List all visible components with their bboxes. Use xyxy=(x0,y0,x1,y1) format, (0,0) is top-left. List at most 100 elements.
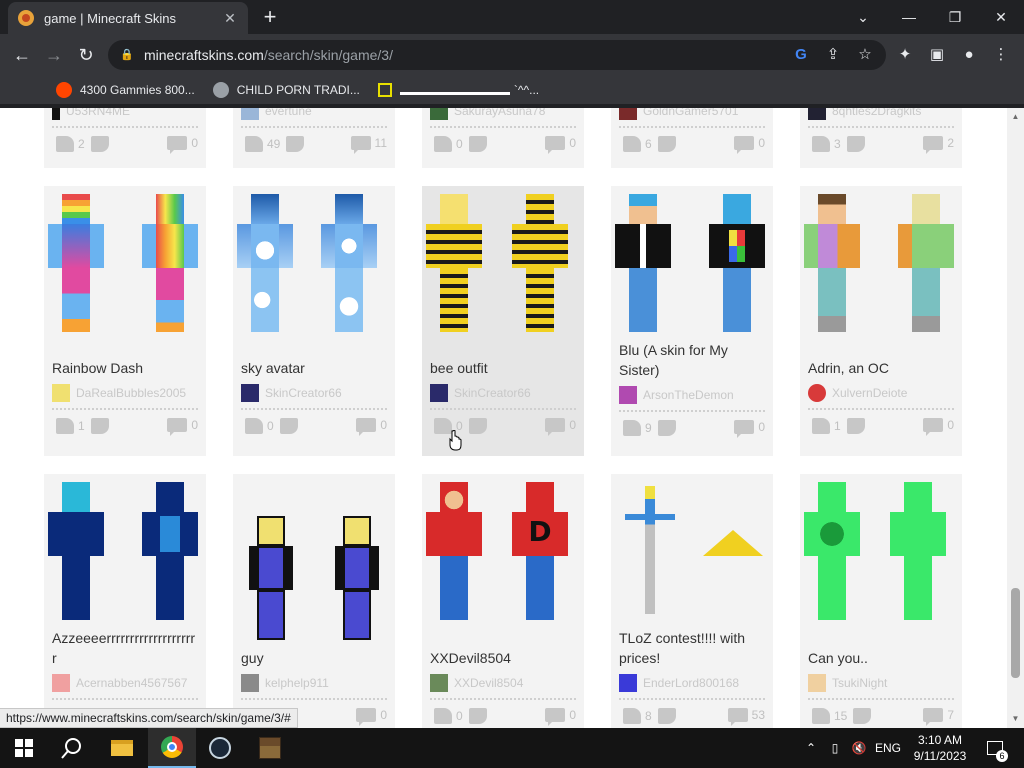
author-name[interactable]: U53RN4ME xyxy=(66,108,130,118)
show-hidden-icons-button[interactable]: ⌃ xyxy=(800,728,822,768)
system-clock[interactable]: 3:10 AM 9/11/2023 xyxy=(904,732,976,764)
network-icon[interactable]: ▯ xyxy=(824,728,846,768)
file-explorer-button[interactable] xyxy=(98,728,146,768)
skin-preview[interactable]: D xyxy=(422,474,584,644)
start-button[interactable] xyxy=(0,728,48,768)
like-icon[interactable] xyxy=(812,136,830,152)
author-name[interactable]: evertune xyxy=(265,108,312,118)
author-name[interactable]: XulvernDeiote xyxy=(832,386,907,400)
comment-icon[interactable] xyxy=(545,708,566,726)
skin-name[interactable]: Rainbow Dash xyxy=(44,358,206,378)
search-button[interactable] xyxy=(48,728,96,768)
menu-icon[interactable]: ⋮ xyxy=(990,44,1012,66)
author-name[interactable]: SkinCreator66 xyxy=(265,386,342,400)
skin-preview[interactable] xyxy=(800,186,962,346)
dislike-icon[interactable] xyxy=(90,418,109,434)
skin-card[interactable]: Azzeeeerrrrrrrrrrrrrrrrrrrr Acernabben45… xyxy=(44,474,206,728)
comment-icon[interactable] xyxy=(923,136,944,154)
skin-card[interactable]: Adrin, an OC XulvernDeiote 1 0 xyxy=(800,186,962,456)
skin-name[interactable]: Azzeeeerrrrrrrrrrrrrrrrrrrr xyxy=(44,628,206,668)
comment-icon[interactable] xyxy=(350,136,371,154)
scroll-down-arrow-icon[interactable]: ▼ xyxy=(1011,714,1020,723)
page-scrollbar[interactable]: ▲ ▼ xyxy=(1007,108,1024,728)
dislike-icon[interactable] xyxy=(846,418,865,434)
skin-card[interactable]: Rainbow Dash DaRealBubbles2005 1 0 xyxy=(44,186,206,456)
bookmark-star-icon[interactable]: ☆ xyxy=(854,44,876,66)
bookmark-item[interactable]: CHILD PORN TRADI... xyxy=(212,82,360,98)
comment-icon[interactable] xyxy=(727,708,748,726)
lock-icon[interactable]: 🔒 xyxy=(120,49,134,61)
comment-icon[interactable] xyxy=(356,418,377,436)
skin-card[interactable]: 8qhtles2Dragkits 3 2 xyxy=(800,108,962,168)
author-name[interactable]: kelphelp911 xyxy=(265,676,329,690)
author-name[interactable]: Acernabben4567567 xyxy=(76,676,187,690)
skin-card[interactable]: evertune 49 11 xyxy=(233,108,395,168)
skin-name[interactable]: TLoZ contest!!!! with prices! xyxy=(611,628,773,668)
like-icon[interactable] xyxy=(812,418,830,434)
like-icon[interactable] xyxy=(245,418,263,434)
skin-card[interactable]: bee outfit SkinCreator66 0 0 xyxy=(422,186,584,456)
notification-center-button[interactable]: 6 xyxy=(982,728,1008,768)
minimize-button[interactable]: — xyxy=(886,0,932,34)
dislike-icon[interactable] xyxy=(846,136,865,152)
comment-icon[interactable] xyxy=(167,418,188,436)
scrollbar-thumb[interactable] xyxy=(1011,588,1020,678)
profile-icon[interactable]: ● xyxy=(958,44,980,66)
scroll-up-arrow-icon[interactable]: ▲ xyxy=(1011,112,1020,121)
dislike-icon[interactable] xyxy=(468,708,487,724)
bookmark-item[interactable]: 4300 Gammies 800... xyxy=(56,82,195,98)
reload-button[interactable]: ↻ xyxy=(72,41,100,69)
skin-card[interactable]: Can you.. TsukiNight 15 7 xyxy=(800,474,962,728)
author-name[interactable]: DaRealBubbles2005 xyxy=(76,386,186,400)
skin-name[interactable]: sky avatar xyxy=(233,358,395,378)
back-button[interactable]: ← xyxy=(8,41,36,69)
address-bar[interactable]: 🔒 minecraftskins.com/search/skin/game/3/ xyxy=(108,40,886,70)
like-icon[interactable] xyxy=(434,708,452,724)
dislike-icon[interactable] xyxy=(90,136,109,152)
comment-icon[interactable] xyxy=(167,136,188,154)
extensions-icon[interactable]: ✦ xyxy=(894,44,916,66)
skin-card[interactable]: sky avatar SkinCreator66 0 0 xyxy=(233,186,395,456)
like-icon[interactable] xyxy=(623,136,641,152)
bookmark-item[interactable]: `^^... xyxy=(377,83,539,97)
volume-muted-icon[interactable]: 🔇 xyxy=(848,728,870,768)
comment-icon[interactable] xyxy=(923,708,944,726)
new-tab-button[interactable]: + xyxy=(256,6,284,30)
skin-name[interactable]: XXDevil8504 xyxy=(422,648,584,668)
skin-preview[interactable] xyxy=(44,474,206,624)
skin-card[interactable]: SakurayAsuna78 0 0 xyxy=(422,108,584,168)
dislike-icon[interactable] xyxy=(286,136,305,152)
skin-name[interactable]: bee outfit xyxy=(422,358,584,378)
close-window-button[interactable]: ✕ xyxy=(978,0,1024,34)
author-name[interactable]: EnderLord800168 xyxy=(643,676,739,690)
browser-tab[interactable]: game | Minecraft Skins ✕ xyxy=(8,2,248,34)
dislike-icon[interactable] xyxy=(657,708,676,724)
side-panel-icon[interactable]: ▣ xyxy=(926,44,948,66)
skin-name[interactable]: guy xyxy=(233,648,395,668)
skin-card[interactable]: TLoZ contest!!!! with prices! EnderLord8… xyxy=(611,474,773,728)
author-name[interactable]: TsukiNight xyxy=(832,676,887,690)
skin-preview[interactable] xyxy=(233,474,395,644)
like-icon[interactable] xyxy=(434,136,452,152)
comment-icon[interactable] xyxy=(545,418,566,436)
skin-card[interactable]: guy kelphelp911 0 xyxy=(233,474,395,728)
skin-card[interactable]: U53RN4ME 2 0 xyxy=(44,108,206,168)
dislike-icon[interactable] xyxy=(468,418,487,434)
dislike-icon[interactable] xyxy=(657,420,676,436)
skin-card[interactable]: D XXDevil8504 XXDevil8504 0 0 xyxy=(422,474,584,728)
skin-preview[interactable] xyxy=(422,186,584,346)
skin-card[interactable]: GoldnGamer5701 6 0 xyxy=(611,108,773,168)
comment-icon[interactable] xyxy=(734,136,755,154)
like-icon[interactable] xyxy=(812,708,830,724)
skin-name[interactable]: Blu (A skin for My Sister) xyxy=(611,340,773,380)
forward-button[interactable]: → xyxy=(40,41,68,69)
author-name[interactable]: GoldnGamer5701 xyxy=(643,108,738,118)
skin-preview[interactable] xyxy=(233,186,395,346)
dislike-icon[interactable] xyxy=(853,708,872,724)
skin-card[interactable]: Blu (A skin for My Sister) ArsonTheDemon… xyxy=(611,186,773,456)
google-icon[interactable]: G xyxy=(790,44,812,66)
like-icon[interactable] xyxy=(56,418,74,434)
skin-preview[interactable] xyxy=(800,474,962,644)
author-name[interactable]: SkinCreator66 xyxy=(454,386,531,400)
share-icon[interactable]: ⇪ xyxy=(822,44,844,66)
